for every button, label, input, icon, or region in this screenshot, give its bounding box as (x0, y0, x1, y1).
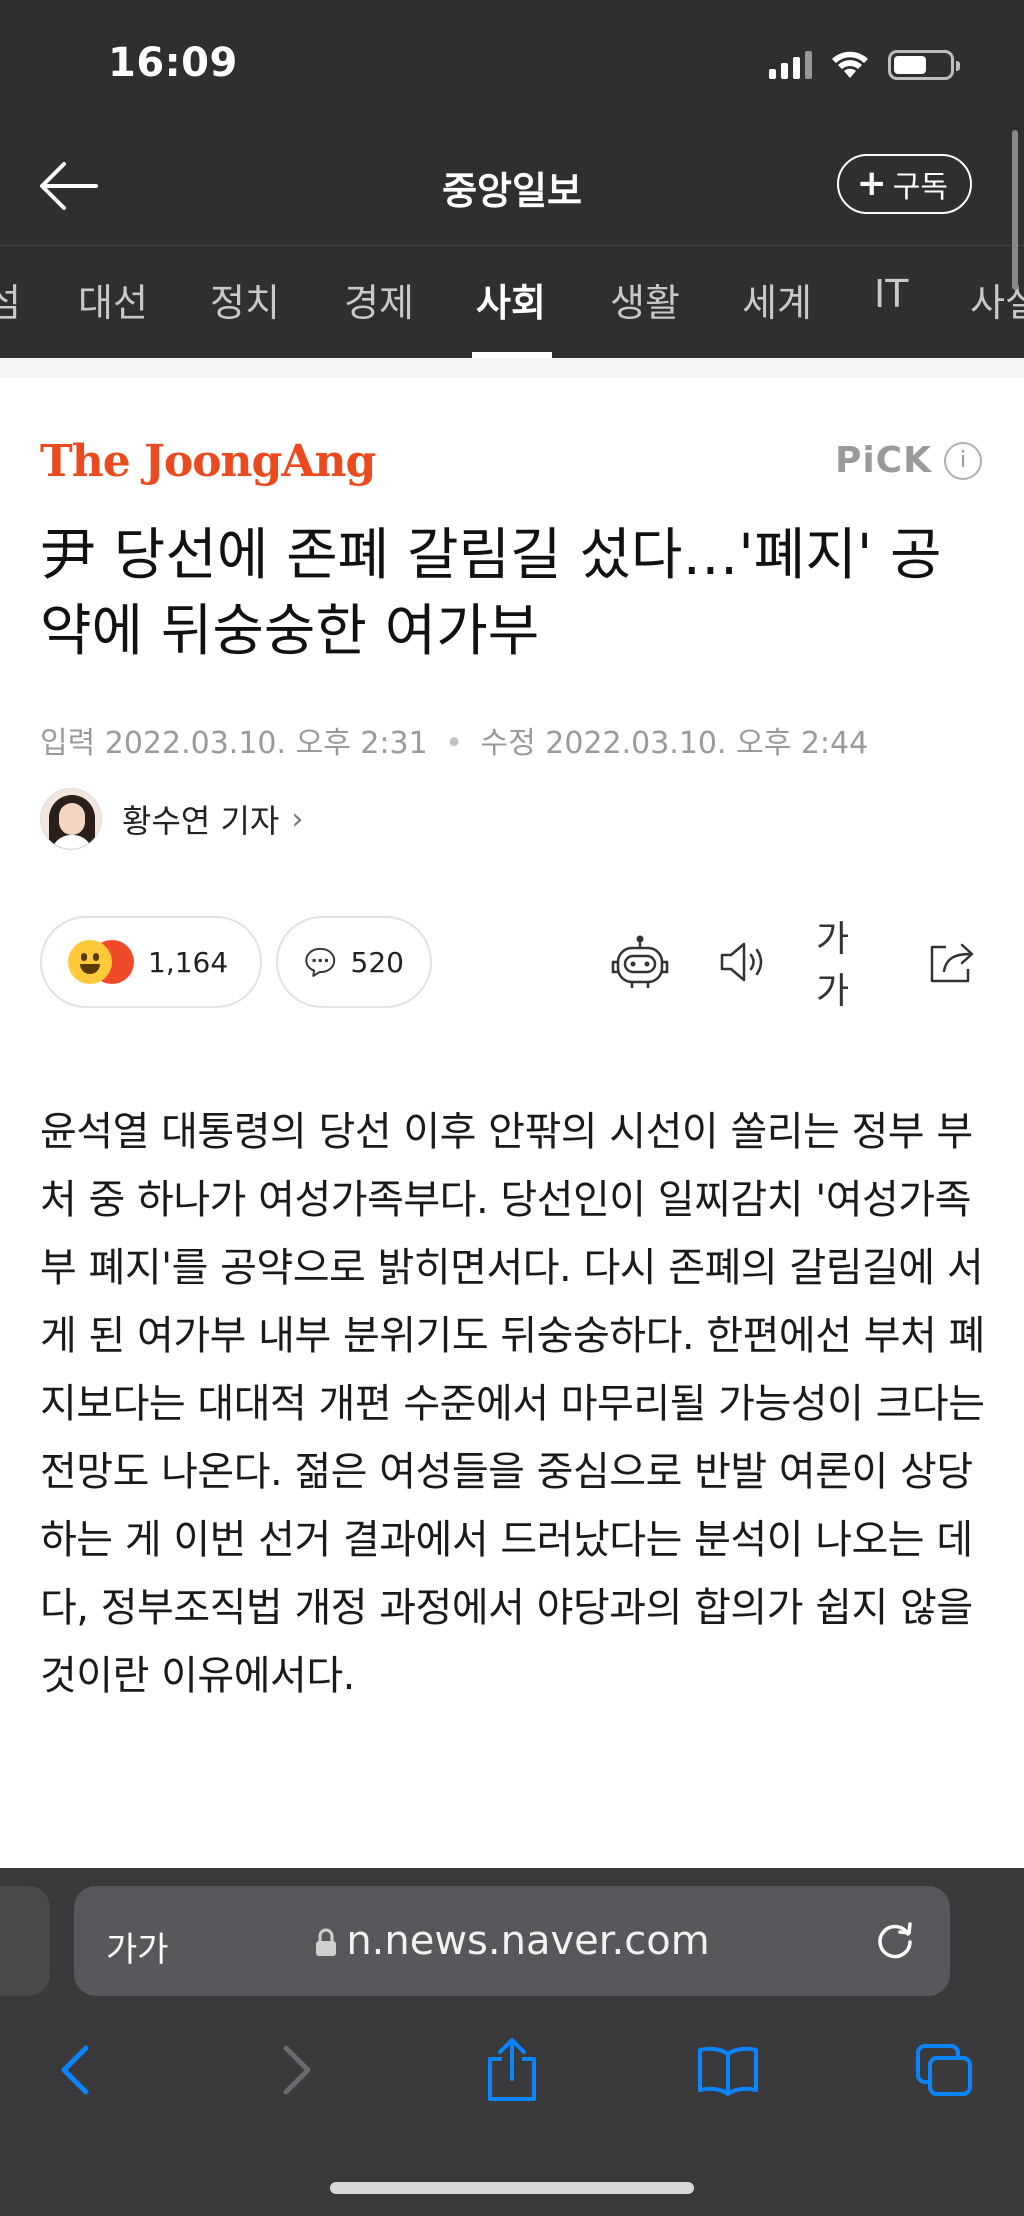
status-time: 16:09 (108, 40, 238, 86)
reload-icon[interactable] (870, 1914, 920, 1964)
input-label: 입력 (40, 726, 96, 761)
book-icon (698, 2046, 758, 2096)
pick-label: PiCK (834, 440, 932, 481)
address-bar[interactable]: 가가 n.news.naver.com (74, 1886, 950, 1996)
battery-fill (894, 56, 927, 74)
article-dateline: 입력 2022.03.10. 오후 2:31 • 수정 2022.03.10. … (40, 718, 868, 762)
input-time: 2022.03.10. 오후 2:31 (104, 726, 428, 761)
scrollbar[interactable] (1012, 130, 1018, 290)
tab-election[interactable]: 대선 (78, 272, 148, 327)
summary-bot-button[interactable] (608, 930, 672, 994)
browser-nav (0, 2030, 1024, 2110)
screen: 16:09 중앙일보 + 구독 섬 대선 정치 경제 사회 생활 세계 IT 사… (0, 0, 1024, 2216)
chevron-right-icon (283, 2045, 311, 2095)
press-logo[interactable]: The JoongAng (40, 436, 376, 487)
tab-society[interactable]: 사회 (476, 272, 546, 327)
tab-partial-left[interactable]: 섬 (0, 272, 21, 327)
text-size-label: 가가 (816, 919, 850, 1012)
article-header: 중앙일보 + 구독 (0, 122, 1024, 246)
article-area: The JoongAng PiCK i 尹 당선에 존폐 갈림길 섰다…'폐지'… (0, 358, 1024, 1868)
url-text: n.news.naver.com (346, 1918, 710, 1964)
reporter-link[interactable]: 황수연 기자 › (40, 788, 303, 850)
back-nav-button[interactable] (36, 2030, 116, 2110)
browser-toolbar: 가가 n.news.naver.com (0, 1868, 1024, 2216)
robot-icon (611, 935, 669, 988)
edit-time: 2022.03.10. 오후 2:44 (545, 726, 869, 761)
comment-count: 520 (350, 945, 404, 979)
bookmarks-button[interactable] (688, 2030, 768, 2110)
forward-nav-button[interactable] (256, 2030, 336, 2110)
subscribe-button[interactable]: + 구독 (836, 154, 972, 214)
tabs-icon (916, 2044, 972, 2096)
share-nav-button[interactable] (472, 2030, 552, 2110)
separator-dot: • (445, 726, 463, 761)
pick-badge[interactable]: PiCK i (835, 440, 982, 481)
cellular-signal-icon (769, 51, 812, 79)
tab-politics[interactable]: 정치 (210, 272, 280, 327)
reporter-name: 황수연 기자 (122, 802, 280, 840)
tab-world[interactable]: 세계 (742, 272, 812, 327)
comment-button[interactable]: 520 (276, 916, 432, 1008)
share-icon (930, 943, 974, 983)
text-size-button[interactable]: 가가 (816, 919, 880, 1012)
battery-icon (888, 50, 960, 80)
tab-economy[interactable]: 경제 (344, 272, 414, 327)
info-icon[interactable]: i (944, 441, 982, 480)
home-indicator[interactable] (330, 2182, 694, 2194)
share-upload-icon (488, 2038, 536, 2101)
reaction-count: 1,164 (148, 945, 229, 979)
tab-life[interactable]: 생활 (610, 272, 680, 327)
status-bar: 16:09 (0, 0, 1024, 122)
chevron-left-icon (61, 2045, 89, 2095)
article-body: 윤석열 대통령의 당선 이후 안팎의 시선이 쏠리는 정부 부처 중 하나가 여… (40, 1109, 985, 1699)
status-icons (769, 50, 960, 80)
plus-icon: + (856, 163, 887, 204)
share-button[interactable] (920, 930, 984, 994)
reaction-button[interactable]: 1,164 (40, 916, 262, 1008)
reporter-avatar (40, 788, 102, 850)
smile-emoji-icon (68, 940, 112, 984)
lock-icon (316, 1928, 337, 1956)
reaction-emojis (68, 940, 134, 984)
wifi-icon (832, 51, 868, 78)
subscribe-label: 구독 (892, 170, 948, 205)
article-card: The JoongAng PiCK i 尹 당선에 존폐 갈림길 섰다…'폐지'… (0, 378, 1024, 1868)
speaker-icon (720, 942, 763, 982)
chevron-right-icon: › (291, 801, 304, 837)
reaction-toolbar: 1,164 520 가가 (40, 916, 984, 1012)
tab-it[interactable]: IT (874, 272, 908, 316)
url-display[interactable]: n.news.naver.com (74, 1918, 950, 1964)
article-headline: 尹 당선에 존폐 갈림길 섰다…'폐지' 공약에 뒤숭숭한 여가부 (40, 523, 942, 664)
comment-bubble-icon (305, 947, 336, 977)
edit-label: 수정 (480, 726, 536, 761)
listen-button[interactable] (712, 930, 776, 994)
previous-tab-preview[interactable] (0, 1886, 50, 1996)
category-tabs: 섬 대선 정치 경제 사회 생활 세계 IT 사설 (0, 246, 1024, 358)
article-tools: 가가 (608, 919, 984, 1012)
tabs-button[interactable] (904, 2030, 984, 2110)
